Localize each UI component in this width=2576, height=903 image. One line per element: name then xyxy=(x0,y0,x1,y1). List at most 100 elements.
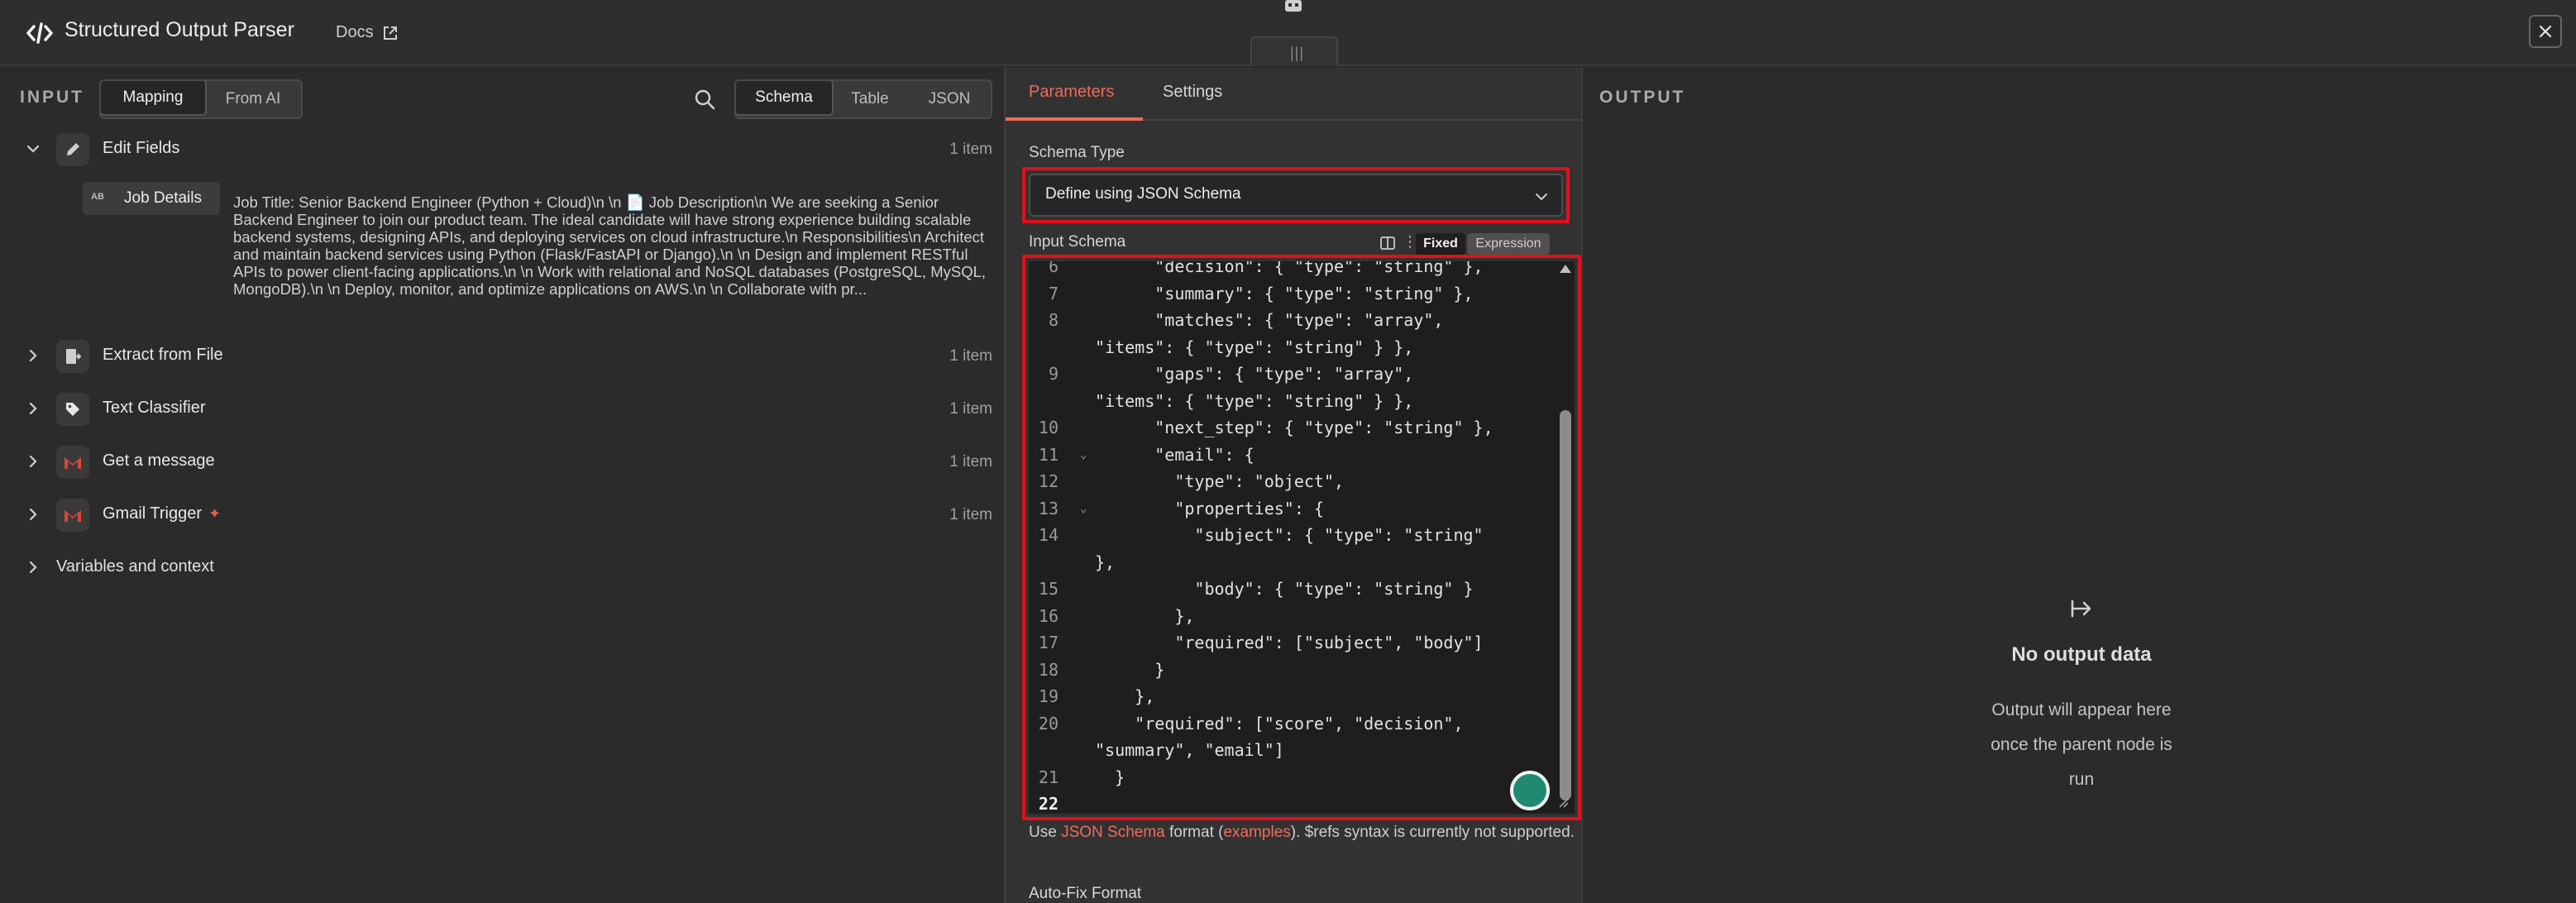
output-section-label: OUTPUT xyxy=(1599,88,1686,107)
code-line[interactable]: 19 }, xyxy=(1029,683,1541,710)
line-number: 10 xyxy=(1038,418,1059,437)
assistant-badge-icon[interactable] xyxy=(1510,771,1550,810)
json-schema-link[interactable]: JSON Schema xyxy=(1061,824,1165,841)
code-text: "items": { "type": "string" } }, xyxy=(1095,337,1414,357)
line-number: 7 xyxy=(1048,283,1059,303)
help-prefix: Use xyxy=(1029,824,1062,841)
mode-fixed[interactable]: Fixed xyxy=(1416,233,1465,255)
code-line[interactable]: 12 "type": "object", xyxy=(1029,468,1541,494)
code-line[interactable]: 15 "body": { "type": "string" } xyxy=(1029,576,1541,602)
line-number: 14 xyxy=(1038,525,1059,545)
code-text: "body": { "type": "string" } xyxy=(1095,579,1474,599)
tab-schema[interactable]: Schema xyxy=(736,81,834,116)
code-line[interactable]: 11 ⌄ "email": { xyxy=(1029,442,1541,468)
code-line[interactable]: 10 "next_step": { "type": "string" }, xyxy=(1029,414,1541,441)
line-number: 12 xyxy=(1038,471,1059,491)
node-name: Text Classifier xyxy=(103,399,206,417)
code-text: "required": ["subject", "body"] xyxy=(1095,633,1484,652)
field-value: Job Title: Senior Backend Engineer (Pyth… xyxy=(233,194,987,298)
tab-parameters[interactable]: Parameters xyxy=(1029,83,1114,102)
code-line[interactable]: "items": { "type": "string" } }, xyxy=(1029,334,1541,361)
external-link-icon[interactable] xyxy=(382,25,399,41)
schema-type-select-box[interactable]: Define using JSON Schema xyxy=(1029,174,1563,217)
chevron-right-icon[interactable] xyxy=(25,347,41,364)
fold-chevron-icon[interactable]: ⌄ xyxy=(1080,442,1087,468)
code-editor[interactable]: 22 21 } "summary", "email"] 20 "required": … xyxy=(1029,261,1575,814)
node-row-get-a-message[interactable]: Get a message 1 item xyxy=(0,442,1004,483)
input-mode-toggle: Mapping From AI xyxy=(99,79,303,119)
panel-drag-handle[interactable]: ||| xyxy=(1250,36,1338,66)
json-schema-editor[interactable]: 22 21 } "summary", "email"] 20 "required": … xyxy=(1022,255,1581,820)
node-row-edit-fields[interactable]: Edit Fields 1 item xyxy=(0,129,1004,170)
code-line[interactable]: 8 "matches": { "type": "array", xyxy=(1029,307,1541,333)
node-row-gmail-trigger[interactable]: Gmail Trigger ✦ 1 item xyxy=(0,494,1004,536)
arrow-to-right-icon xyxy=(2071,600,2091,618)
help-mid: format ( xyxy=(1164,824,1224,841)
search-icon[interactable] xyxy=(693,88,716,111)
tab-table[interactable]: Table xyxy=(832,81,908,117)
trigger-icon: ✦ xyxy=(208,505,222,522)
code-line[interactable]: 6 "decision": { "type": "string" }, xyxy=(1029,261,1541,280)
code-line[interactable]: 9 "gaps": { "type": "array", xyxy=(1029,361,1541,387)
code-line[interactable]: 7 "summary": { "type": "string" }, xyxy=(1029,280,1541,307)
line-number: 9 xyxy=(1048,364,1059,384)
chevron-down-icon[interactable] xyxy=(25,141,41,157)
docs-link[interactable]: Docs xyxy=(336,23,374,42)
fold-chevron-icon[interactable]: ⌄ xyxy=(1080,495,1087,522)
field-pill-job-details[interactable]: AB Job Details xyxy=(83,182,220,215)
code-text: "type": "object", xyxy=(1095,471,1345,491)
close-button[interactable] xyxy=(2529,15,2562,48)
code-line[interactable]: 13 ⌄ "properties": { xyxy=(1029,495,1541,522)
node-row-text-classifier[interactable]: Text Classifier 1 item xyxy=(0,389,1004,430)
code-line[interactable]: "items": { "type": "string" } }, xyxy=(1029,388,1541,414)
code-text: } xyxy=(1095,659,1165,680)
code-text: "next_step": { "type": "string" }, xyxy=(1095,418,1494,437)
no-output-line: Output will appear here xyxy=(1991,700,2172,719)
chevron-down-icon xyxy=(1536,194,1547,201)
editor-scrollbar[interactable] xyxy=(1556,261,1575,814)
line-number: 16 xyxy=(1038,605,1059,626)
code-line[interactable]: 14 "subject": { "type": "string" xyxy=(1029,522,1541,548)
code-text: "summary": { "type": "string" }, xyxy=(1095,283,1474,303)
schema-type-select[interactable]: Define using JSON Schema xyxy=(1022,167,1570,223)
chevron-right-icon[interactable] xyxy=(25,400,41,417)
code-text: "decision": { "type": "string" }, xyxy=(1095,261,1484,276)
no-output-message: Output will appear here once the parent … xyxy=(1914,693,2249,797)
code-line[interactable]: "summary", "email"] xyxy=(1029,737,1541,763)
chevron-right-icon[interactable] xyxy=(25,453,41,470)
examples-link[interactable]: examples xyxy=(1223,824,1290,841)
chevron-right-icon[interactable] xyxy=(25,506,41,523)
code-text: }, xyxy=(1095,686,1155,706)
code-line[interactable]: 17 "required": ["subject", "body"] xyxy=(1029,629,1541,656)
tab-mapping[interactable]: Mapping xyxy=(101,81,207,116)
code-text: "summary", "email"] xyxy=(1095,740,1284,760)
code-line[interactable]: 21 } xyxy=(1029,764,1541,791)
help-suffix: ). $refs syntax is currently not support… xyxy=(1290,824,1575,841)
mode-expression[interactable]: Expression xyxy=(1467,233,1550,255)
scroll-up-arrow[interactable] xyxy=(1560,265,1571,273)
variables-and-context-row[interactable]: Variables and context xyxy=(0,547,331,589)
split-panel-icon[interactable] xyxy=(1379,235,1396,251)
node-item-count: 1 item xyxy=(949,400,992,418)
code-line[interactable]: 22 xyxy=(1029,791,1541,814)
code-line[interactable]: 18 } xyxy=(1029,657,1541,683)
tab-settings[interactable]: Settings xyxy=(1163,83,1222,102)
node-row-extract-from-file[interactable]: Extract from File 1 item xyxy=(0,336,1004,377)
resize-handle-icon[interactable] xyxy=(1556,796,1571,810)
variables-label: Variables and context xyxy=(56,557,214,576)
scroll-thumb[interactable] xyxy=(1560,410,1571,800)
tab-json[interactable]: JSON xyxy=(908,81,991,117)
parameter-tabs: Parameters Settings xyxy=(1006,68,1584,121)
parameters-panel: Parameters Settings Schema Type Define u… xyxy=(1004,68,1584,903)
file-extract-icon xyxy=(56,340,89,373)
tab-from-ai[interactable]: From AI xyxy=(205,81,301,117)
chevron-right-icon[interactable] xyxy=(25,559,41,576)
input-schema-label: Input Schema xyxy=(1029,233,1126,251)
code-line[interactable]: 16 }, xyxy=(1029,603,1541,629)
no-output-line: once the parent node is xyxy=(1991,735,2172,754)
auto-fix-format-label: Auto-Fix Format xyxy=(1029,885,1142,902)
code-line[interactable]: }, xyxy=(1029,549,1541,576)
input-panel: INPUT Mapping From AI Schema Table JSON … xyxy=(0,68,1004,903)
code-line[interactable]: 20 "required": ["score", "decision", xyxy=(1029,710,1541,737)
node-name-text: Gmail Trigger xyxy=(103,504,203,523)
